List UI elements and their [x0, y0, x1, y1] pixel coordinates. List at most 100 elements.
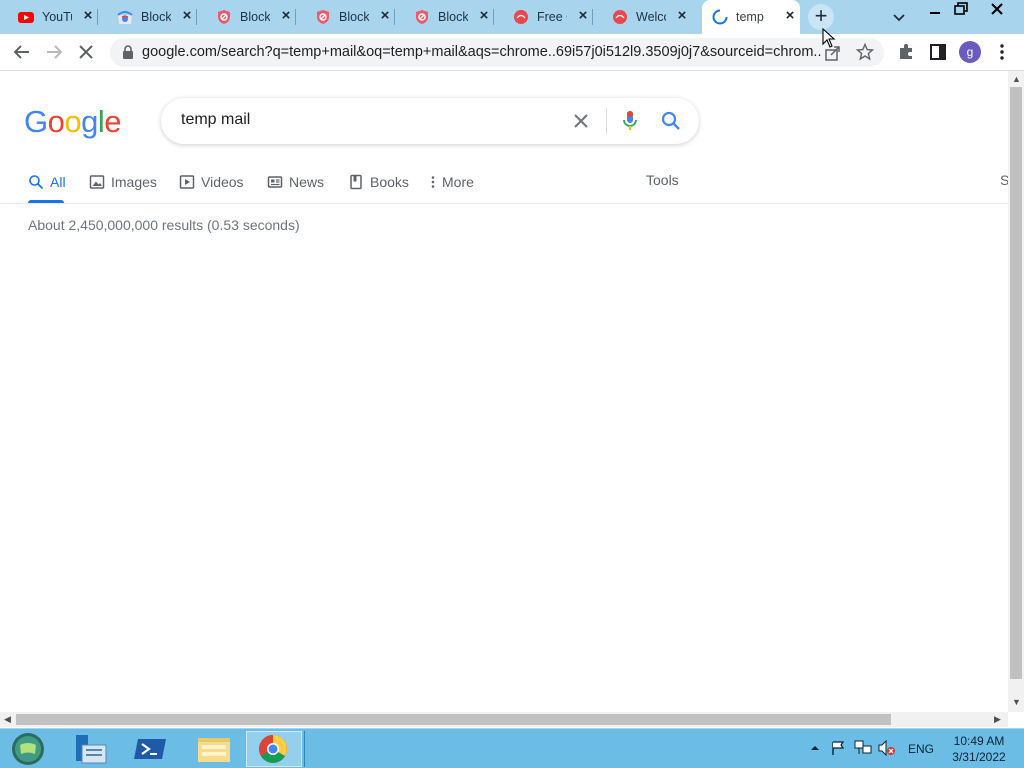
- vertical-scroll-thumb[interactable]: [1010, 87, 1022, 679]
- window-restore-button[interactable]: [948, 2, 974, 20]
- folder-icon: [198, 738, 230, 762]
- close-icon: [991, 3, 1003, 15]
- image-icon: [89, 175, 105, 189]
- window-minimize-button[interactable]: [922, 2, 948, 20]
- bookmark-star-icon[interactable]: [856, 43, 874, 61]
- tab-close-icon[interactable]: ×: [782, 8, 798, 24]
- start-button[interactable]: [2, 731, 58, 767]
- clock-time[interactable]: 10:49 AM: [948, 734, 1010, 748]
- tab-close-icon[interactable]: ×: [476, 8, 492, 24]
- new-tab-button[interactable]: +: [808, 4, 834, 30]
- clear-search-icon[interactable]: [571, 111, 591, 131]
- tab-close-icon[interactable]: ×: [377, 8, 393, 24]
- browser-tab-block-3[interactable]: Block ×: [396, 0, 494, 34]
- tab-title: YouTu: [42, 10, 72, 24]
- youtube-icon: [18, 12, 34, 23]
- minimize-icon: [930, 12, 940, 14]
- tools-button[interactable]: Tools: [646, 172, 679, 188]
- browser-tab-blocksite-store[interactable]: BlockS ×: [99, 0, 197, 34]
- tab-close-icon[interactable]: ×: [674, 8, 690, 24]
- logo-letter: o: [64, 104, 82, 139]
- menu-kebab-icon[interactable]: [992, 42, 1012, 62]
- horizontal-scroll-thumb[interactable]: [16, 714, 891, 725]
- input-language[interactable]: ENG: [908, 742, 934, 756]
- safesearch-button[interactable]: S: [1000, 172, 1008, 188]
- restore-icon: [954, 2, 968, 15]
- book-icon: [350, 174, 362, 190]
- tab-label: Images: [111, 174, 157, 190]
- logo-letter: G: [24, 104, 48, 139]
- address-bar[interactable]: google.com/search?q=temp+mail&oq=temp+ma…: [110, 38, 884, 67]
- tab-close-icon[interactable]: ×: [179, 8, 195, 24]
- tab-books[interactable]: Books: [348, 172, 409, 192]
- tab-close-icon[interactable]: ×: [575, 8, 591, 24]
- volume-muted-icon[interactable]: [878, 740, 896, 756]
- forward-arrow-icon[interactable]: [44, 42, 64, 62]
- browser-tab-welcome[interactable]: Welco ×: [594, 0, 692, 34]
- browser-tab-youtube[interactable]: YouTu ×: [0, 0, 98, 34]
- network-icon[interactable]: [854, 740, 872, 756]
- tab-close-icon[interactable]: ×: [80, 8, 96, 24]
- microphone-icon[interactable]: [622, 110, 638, 132]
- browser-tab-block-2[interactable]: BlockS ×: [297, 0, 395, 34]
- tab-title: temp: [736, 10, 764, 24]
- browser-tab-block-1[interactable]: Block ×: [198, 0, 296, 34]
- powershell-icon: [134, 739, 166, 759]
- lock-icon[interactable]: [122, 45, 134, 59]
- file-explorer-taskbar-button[interactable]: [186, 731, 242, 767]
- tab-images[interactable]: Images: [89, 172, 157, 192]
- play-icon: [179, 175, 195, 189]
- show-hidden-icons-icon[interactable]: [810, 743, 820, 753]
- tab-label: More: [442, 174, 474, 190]
- mouse-cursor-icon: [822, 28, 836, 48]
- taskbar-divider: [304, 731, 305, 767]
- tab-news[interactable]: News: [267, 172, 324, 192]
- side-panel-icon[interactable]: [928, 42, 948, 62]
- url-text[interactable]: google.com/search?q=temp+mail&oq=temp+ma…: [142, 44, 822, 60]
- tab-search-chevron-icon[interactable]: [890, 8, 908, 26]
- chrome-taskbar-button[interactable]: [246, 731, 302, 767]
- tab-title: BlockS: [141, 10, 171, 24]
- search-input[interactable]: temp mail: [181, 111, 250, 129]
- search-icon[interactable]: [660, 110, 682, 132]
- window-close-button[interactable]: [984, 2, 1010, 20]
- tab-label: Books: [370, 174, 409, 190]
- tab-title: BlockS: [339, 10, 369, 24]
- blocksite-shield-icon: [317, 10, 329, 24]
- back-arrow-icon[interactable]: [12, 42, 32, 62]
- tab-title: Free C: [537, 10, 567, 24]
- horizontal-scrollbar[interactable]: ◀ ▶: [0, 712, 1008, 727]
- vertical-scrollbar[interactable]: ▲ ▼: [1008, 71, 1024, 712]
- more-vert-icon: [431, 176, 435, 188]
- tab-strip: YouTu × BlockS × Block × BlockS × Block …: [0, 0, 1024, 34]
- search-box[interactable]: temp mail: [161, 98, 699, 144]
- server-manager-taskbar-button[interactable]: [62, 731, 118, 767]
- action-center-flag-icon[interactable]: [830, 740, 846, 756]
- powershell-taskbar-button[interactable]: [124, 731, 180, 767]
- tab-title: Block: [240, 10, 270, 24]
- profile-avatar[interactable]: g: [959, 41, 981, 63]
- scroll-up-arrow-icon[interactable]: ▲: [1012, 74, 1021, 84]
- google-logo[interactable]: Google: [24, 104, 122, 140]
- tab-label: Videos: [201, 174, 244, 190]
- tab-videos[interactable]: Videos: [179, 172, 244, 192]
- scroll-down-arrow-icon[interactable]: ▼: [1012, 697, 1021, 707]
- stop-loading-icon[interactable]: [76, 42, 96, 62]
- news-icon: [267, 176, 283, 188]
- server-manager-icon: [76, 735, 107, 764]
- browser-tab-temp-active[interactable]: temp ×: [702, 0, 800, 34]
- loading-spinner-icon: [712, 9, 728, 25]
- browser-tab-free[interactable]: Free C ×: [495, 0, 593, 34]
- tab-close-icon[interactable]: ×: [278, 8, 294, 24]
- tab-all[interactable]: All: [28, 172, 66, 192]
- logo-letter: o: [47, 104, 65, 139]
- system-tray: ENG 10:49 AM 3/31/2022: [806, 729, 1024, 768]
- tab-more[interactable]: More: [428, 172, 474, 192]
- red-circle-icon: [514, 10, 528, 24]
- windows-start-orb-icon: [12, 733, 44, 765]
- active-tab-indicator: [28, 200, 64, 203]
- scroll-left-arrow-icon[interactable]: ◀: [4, 714, 11, 725]
- extensions-puzzle-icon[interactable]: [896, 42, 916, 62]
- scroll-right-arrow-icon[interactable]: ▶: [994, 714, 1001, 725]
- clock-date[interactable]: 3/31/2022: [948, 750, 1010, 764]
